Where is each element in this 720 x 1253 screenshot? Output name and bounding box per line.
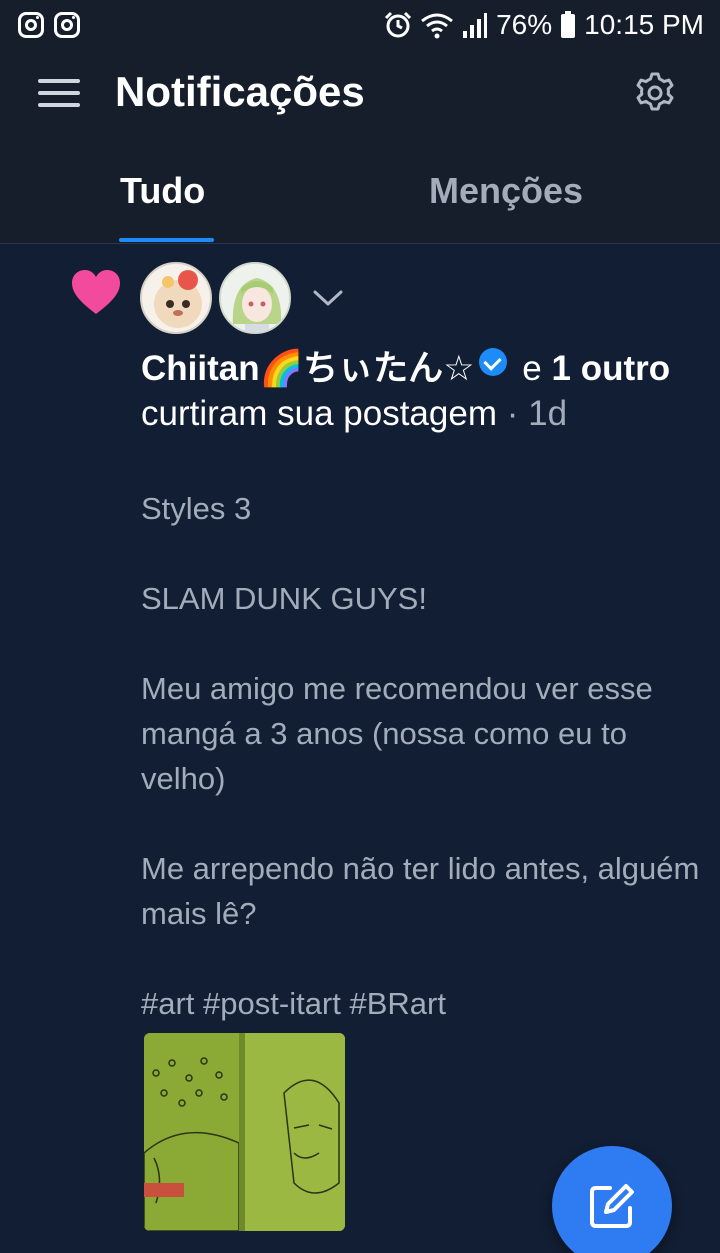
menu-icon[interactable] bbox=[38, 79, 80, 109]
status-bar-notification-icons bbox=[18, 12, 80, 38]
avatar-image bbox=[154, 270, 202, 328]
page-title: Notificações bbox=[115, 68, 365, 115]
battery-percent: 76% bbox=[496, 9, 553, 40]
post-line: #art #post-itart #BRart bbox=[141, 986, 446, 1021]
post-line: Styles 3 bbox=[141, 491, 252, 526]
avatar[interactable] bbox=[219, 262, 291, 334]
status-bar: 76% 10:15 PM bbox=[0, 0, 720, 50]
status-bar-system: 76% 10:15 PM bbox=[384, 9, 704, 41]
alarm-icon bbox=[385, 11, 412, 38]
timestamp: · 1d bbox=[506, 394, 568, 433]
signal-icon bbox=[463, 13, 488, 38]
tab-selected-indicator bbox=[119, 238, 214, 242]
battery-icon bbox=[561, 11, 576, 38]
clock: 10:15 PM bbox=[584, 9, 704, 40]
others-link[interactable]: 1 outro bbox=[552, 349, 671, 388]
post-line: SLAM DUNK GUYS! bbox=[141, 581, 427, 616]
notification-text: Chiitan🌈ちぃたん☆ e 1 outro curtiram sua pos… bbox=[141, 346, 701, 436]
post-line bbox=[141, 936, 701, 981]
tab-all[interactable]: Tudo bbox=[120, 170, 205, 212]
compose-icon bbox=[590, 1184, 634, 1228]
wifi-icon bbox=[421, 13, 454, 39]
tab-bar: Tudo Menções bbox=[0, 140, 720, 244]
avatar-image bbox=[221, 264, 289, 332]
post-line: Me arrependo não ter lido antes, alguém … bbox=[141, 851, 700, 931]
verified-badge-icon bbox=[478, 348, 507, 376]
gear-icon[interactable] bbox=[632, 70, 678, 116]
heart-icon bbox=[72, 270, 120, 314]
instagram-icon bbox=[18, 12, 44, 38]
avatar[interactable] bbox=[140, 262, 212, 334]
post-line: Meu amigo me recomendou ver esse mangá a… bbox=[141, 671, 653, 796]
tab-mentions[interactable]: Menções bbox=[429, 170, 583, 212]
post-line bbox=[141, 531, 701, 576]
instagram-icon bbox=[54, 12, 80, 38]
post-thumbnail[interactable] bbox=[144, 1033, 345, 1231]
user-name-link[interactable]: Chiitan🌈ちぃたん☆ bbox=[141, 349, 475, 388]
action-text: curtiram sua postagem bbox=[141, 394, 497, 433]
compose-button[interactable] bbox=[552, 1146, 672, 1253]
joiner-text: e bbox=[522, 349, 542, 388]
post-preview[interactable]: Styles 3 SLAM DUNK GUYS! Meu amigo me re… bbox=[141, 486, 701, 1026]
post-line bbox=[141, 621, 701, 666]
post-line bbox=[141, 801, 701, 846]
app-header: Notificações bbox=[0, 50, 720, 140]
post-image bbox=[144, 1033, 345, 1231]
chevron-down-icon[interactable] bbox=[312, 286, 344, 310]
